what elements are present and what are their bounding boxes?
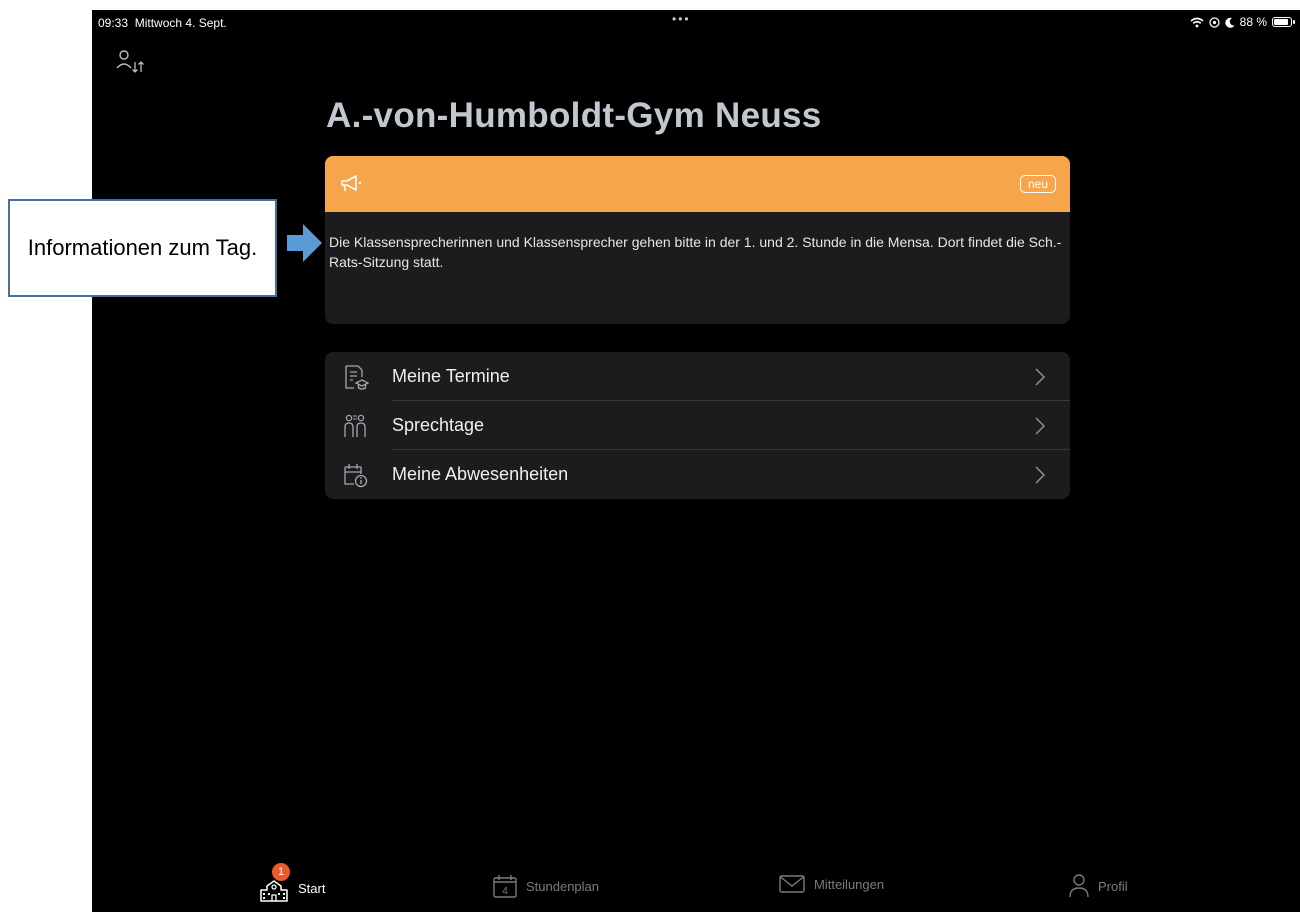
chevron-right-icon xyxy=(1035,466,1046,484)
multitask-dots[interactable]: ••• xyxy=(672,12,691,26)
chevron-right-icon xyxy=(1035,417,1046,435)
menu-item-meine-abwesenheiten[interactable]: Meine Abwesenheiten xyxy=(325,450,1070,499)
menu-item-label: Meine Abwesenheiten xyxy=(392,464,569,484)
arrow-right-icon xyxy=(287,224,322,262)
calendar-day: 4 xyxy=(502,886,508,897)
notification-badge: 1 xyxy=(272,863,290,881)
announcement-text: Die Klassensprecherinnen und Klassenspre… xyxy=(329,234,1062,270)
envelope-icon xyxy=(779,875,805,893)
tab-mitteilungen[interactable]: Mitteilungen xyxy=(778,873,884,895)
status-time-date: 09:33 Mittwoch 4. Sept. xyxy=(98,16,227,30)
menu-item-sprechtage[interactable]: Sprechtage xyxy=(325,401,1070,450)
megaphone-icon xyxy=(341,175,362,192)
location-lock-icon xyxy=(1208,16,1220,28)
menu-item-label: Sprechtage xyxy=(392,415,485,435)
menu-item-meine-termine[interactable]: Meine Termine xyxy=(325,352,1070,401)
calendar-icon: 4 xyxy=(493,875,517,898)
wifi-icon xyxy=(1190,17,1204,27)
status-time: 09:33 xyxy=(98,16,129,30)
battery-fill xyxy=(1274,19,1289,25)
status-date: Mittwoch 4. Sept. xyxy=(134,16,227,30)
battery-icon xyxy=(1272,17,1295,27)
switch-user-icon[interactable] xyxy=(114,48,148,82)
tab-bar: 1 Start 4 Stundenplan Mitteilungen Profi… xyxy=(92,862,1300,912)
tab-label: Start xyxy=(298,880,326,896)
menu-list: Meine Termine Sprechtage Meine Abwesenhe… xyxy=(325,352,1070,499)
tab-profil[interactable]: Profil xyxy=(1068,873,1128,899)
announcement-header: neu xyxy=(325,156,1070,212)
chevron-right-icon xyxy=(1035,368,1046,386)
ipad-screen: 09:33 Mittwoch 4. Sept. ••• 88 % A.-von-… xyxy=(92,10,1300,912)
new-badge: neu xyxy=(1019,175,1056,193)
moon-icon xyxy=(1224,17,1235,28)
person-icon xyxy=(1069,874,1089,898)
appointments-icon xyxy=(345,365,369,390)
info-callout: Informationen zum Tag. xyxy=(8,199,277,297)
consultation-days-icon xyxy=(344,414,366,437)
tab-start[interactable]: 1 Start xyxy=(258,863,326,903)
absences-icon xyxy=(344,464,368,488)
page-title: A.-von-Humboldt-Gym Neuss xyxy=(326,96,822,135)
battery-percent: 88 % xyxy=(1239,15,1267,29)
announcement-card[interactable]: neu Die Klassensprecherinnen und Klassen… xyxy=(325,156,1070,324)
status-indicators: 88 % xyxy=(1190,15,1295,29)
tab-label: Stundenplan xyxy=(526,878,600,894)
menu-item-label: Meine Termine xyxy=(392,366,510,386)
tab-label: Profil xyxy=(1098,878,1128,894)
tab-stundenplan[interactable]: 4 Stundenplan xyxy=(492,873,599,899)
tab-label: Mitteilungen xyxy=(814,876,885,892)
